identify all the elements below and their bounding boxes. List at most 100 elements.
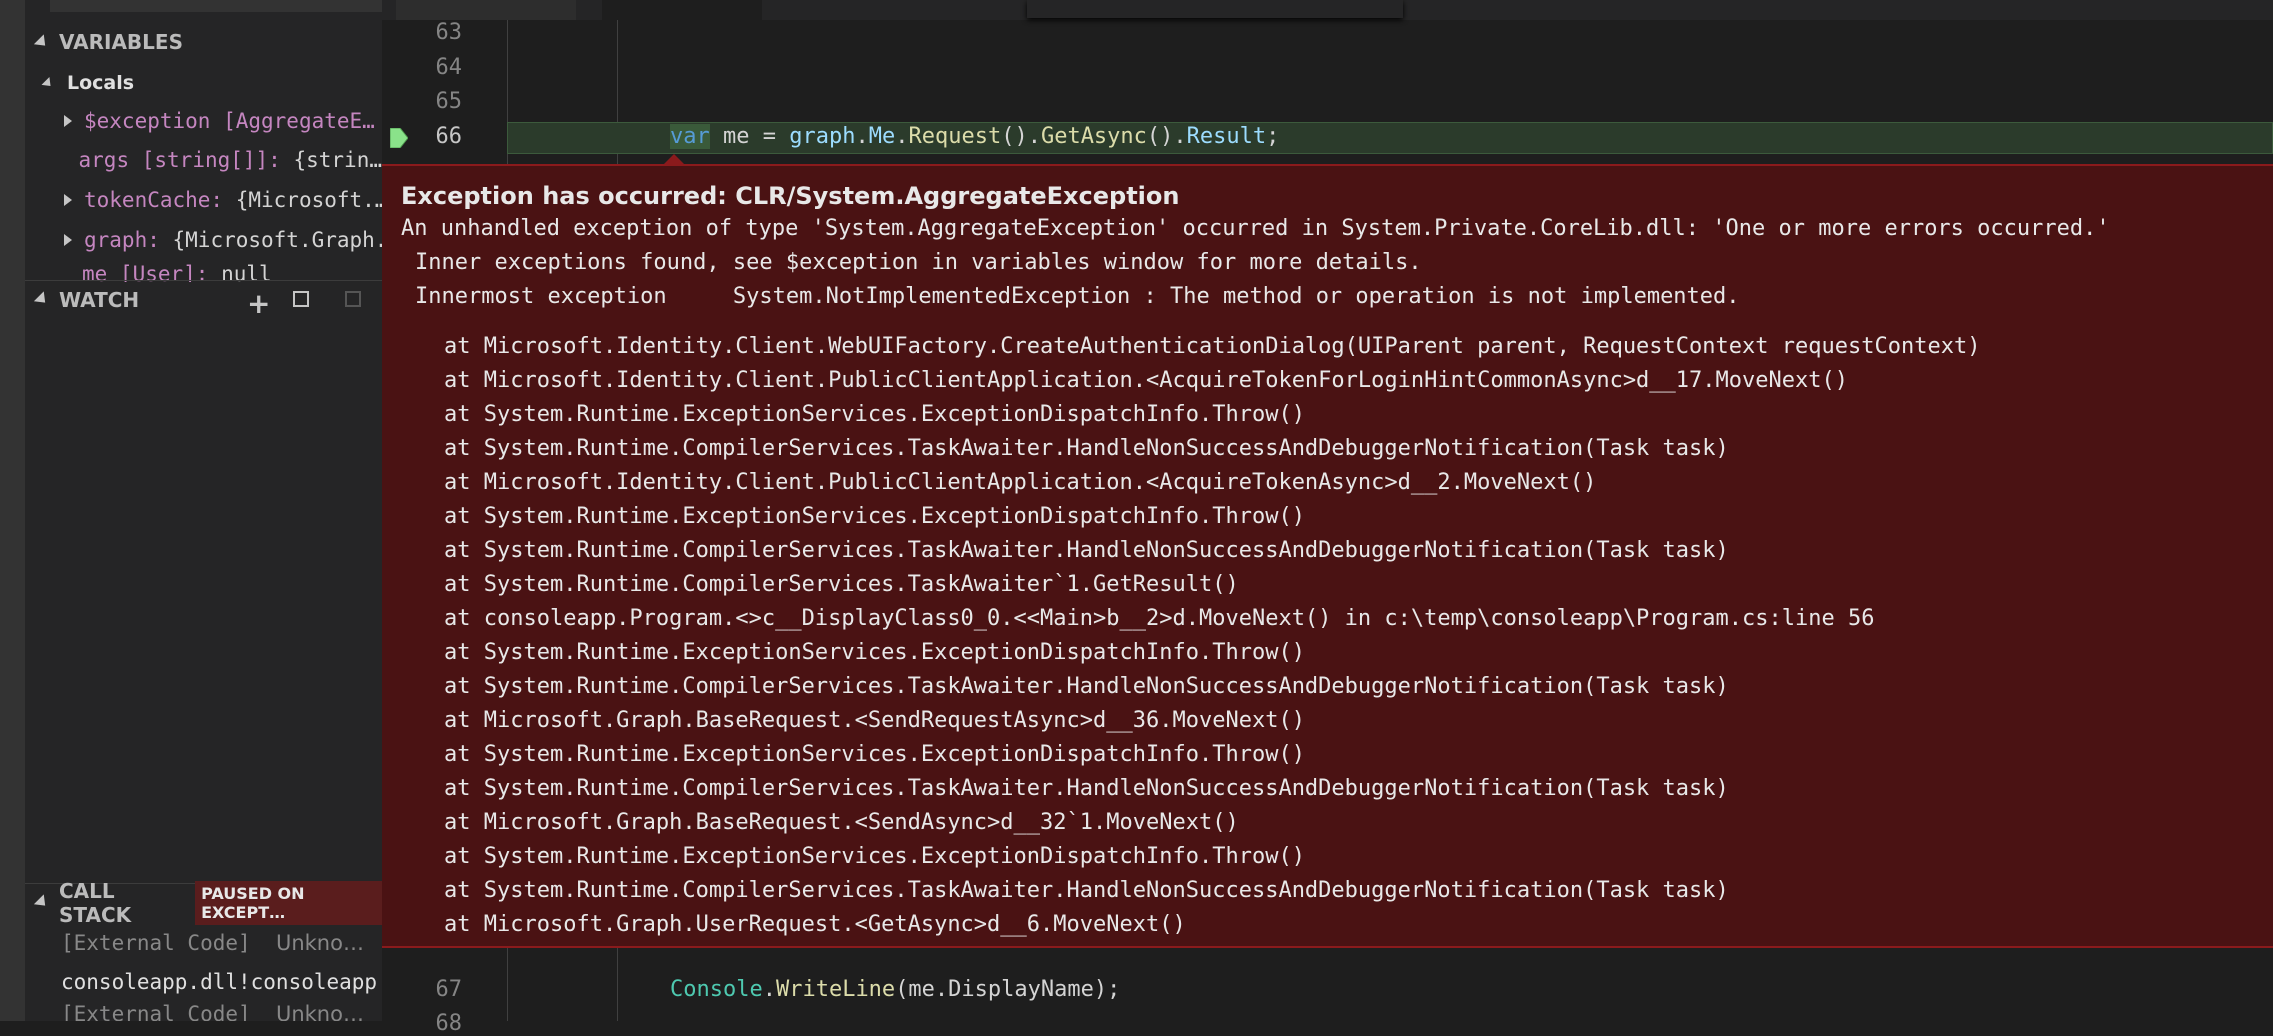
exception-title: Exception has occurred: CLR/System.Aggre…: [401, 182, 1180, 210]
code-token: .: [762, 977, 776, 1002]
code-token: graph: [789, 124, 856, 149]
stack-frame: at Microsoft.Graph.BaseRequest.<SendRequ…: [444, 708, 1305, 733]
code-line-67[interactable]: Console.WriteLine(me.DisplayName);: [670, 977, 1120, 1002]
activity-bar: [0, 0, 25, 1021]
exception-widget: Exception has occurred: CLR/System.Aggre…: [382, 164, 2273, 948]
locals-label: Locals: [67, 72, 135, 94]
tab-welcome[interactable]: [396, 0, 576, 20]
add-expression-icon[interactable]: +: [247, 287, 270, 320]
stack-frame: at System.Runtime.CompilerServices.TaskA…: [444, 436, 1729, 461]
line-number: 63: [435, 20, 463, 45]
line-number: 67: [435, 977, 463, 1002]
stack-frame: at System.Runtime.ExceptionServices.Exce…: [444, 844, 1305, 869]
variable-name: tokenCache:: [84, 188, 224, 212]
frame-label: consoleapp.dll!consoleapp: [61, 970, 378, 994]
locals-scope[interactable]: Locals: [25, 64, 382, 102]
frame-label: [External Code]: [61, 1002, 251, 1021]
variable-value: {strin…: [293, 148, 382, 172]
variable-row-args[interactable]: args [string[]]: {strin…: [25, 141, 382, 179]
stack-frame: at consoleapp.Program.<>c__DisplayClass0…: [444, 606, 1875, 631]
variable-value: [AggregateE…: [223, 109, 375, 133]
code-token: Me: [868, 124, 896, 149]
debug-toolbar: [50, 0, 382, 12]
stack-frame: at System.Runtime.CompilerServices.TaskA…: [444, 674, 1729, 699]
variable-name: me [User]:: [82, 262, 209, 282]
code-token: GetAsync: [1040, 124, 1147, 149]
inner-exception-note: Inner exceptions found, see $exception i…: [415, 250, 1422, 275]
code-token: ().: [1001, 124, 1041, 149]
expand-icon: [64, 115, 72, 127]
code-token: .: [855, 124, 869, 149]
stack-frame: at Microsoft.Graph.BaseRequest.<SendAsyn…: [444, 810, 1239, 835]
code-token: me: [723, 124, 750, 149]
stack-trace: at Microsoft.Identity.Client.WebUIFactor…: [444, 330, 1980, 942]
variable-value: null: [221, 262, 272, 282]
stack-frame: at System.Runtime.ExceptionServices.Exce…: [444, 640, 1305, 665]
collapse-icon: [33, 33, 51, 51]
expand-icon: [64, 234, 72, 246]
variable-row-me[interactable]: me [User]: null: [25, 262, 382, 282]
frame-detail: Unkno…: [275, 1002, 364, 1021]
expand-icon: [64, 194, 72, 206]
callstack-section-header[interactable]: CALL STACK PAUSED ON EXCEPT…: [25, 879, 382, 927]
variable-name: args: [78, 148, 130, 172]
innermost-label: Innermost exception: [415, 284, 667, 309]
paused-status-badge: PAUSED ON EXCEPT…: [195, 880, 382, 925]
watch-section-header[interactable]: WATCH +: [25, 280, 382, 320]
line-number: 65: [435, 89, 463, 114]
stack-frame: at System.Runtime.CompilerServices.TaskA…: [444, 538, 1729, 563]
code-token: ().: [1146, 124, 1187, 149]
stack-frame: at System.Runtime.ExceptionServices.Exce…: [444, 402, 1305, 427]
code-token: var: [670, 124, 710, 149]
frame-detail: Unkno…: [275, 931, 364, 955]
code-token: ;: [1266, 124, 1280, 149]
variables-section-header[interactable]: VARIABLES: [25, 23, 382, 61]
collapse-icon: [33, 894, 51, 911]
frame-label: [External Code]: [61, 931, 251, 955]
find-widget[interactable]: [1027, 0, 1403, 18]
exception-message: An unhandled exception of type 'System.A…: [401, 216, 2110, 241]
collapse-icon: [41, 76, 55, 90]
line-number: 68: [435, 1011, 463, 1036]
variable-name: graph:: [84, 228, 160, 252]
stack-frame: at System.Runtime.ExceptionServices.Exce…: [444, 742, 1305, 767]
code-line-66[interactable]: var me = graph.Me.Request().GetAsync().R…: [670, 124, 1279, 149]
callstack-frame[interactable]: [External Code] Unkno…: [25, 924, 382, 962]
variables-header-label: VARIABLES: [59, 30, 183, 54]
callstack-frame[interactable]: [External Code] Unkno…: [25, 1002, 382, 1021]
callstack-frame[interactable]: consoleapp.dll!consoleapp: [25, 963, 382, 1001]
variable-value: {Microsoft.Graph.…: [172, 228, 382, 252]
variable-row-graph[interactable]: graph: {Microsoft.Graph.…: [25, 221, 382, 259]
line-number: 64: [435, 55, 463, 80]
variable-type: [string[]]:: [141, 148, 281, 172]
stack-frame: at Microsoft.Graph.UserRequest.<GetAsync…: [444, 912, 1186, 937]
debug-sidebar: VARIABLES Locals $exception [AggregateE……: [25, 0, 382, 1021]
code-token: Console: [670, 977, 763, 1002]
innermost-value: System.NotImplementedException : The met…: [732, 284, 1740, 309]
variable-value: {Microsoft.…: [235, 188, 382, 212]
stack-frame: at System.Runtime.CompilerServices.TaskA…: [444, 572, 1239, 597]
code-token: Result: [1186, 124, 1267, 149]
stack-frame: at Microsoft.Identity.Client.WebUIFactor…: [444, 334, 1981, 359]
remove-all-icon[interactable]: [345, 291, 361, 307]
variable-row-exception[interactable]: $exception [AggregateE…: [25, 102, 382, 140]
stack-frame: at System.Runtime.CompilerServices.TaskA…: [444, 878, 1729, 903]
callstack-header-label: CALL STACK: [59, 878, 132, 927]
watch-header-label: WATCH: [59, 287, 140, 312]
code-token: .: [895, 124, 909, 149]
code-token: (me.DisplayName);: [895, 977, 1121, 1002]
stack-frame: at Microsoft.Identity.Client.PublicClien…: [444, 368, 1848, 393]
stack-frame: at System.Runtime.ExceptionServices.Exce…: [444, 504, 1305, 529]
code-token: =: [749, 124, 790, 149]
innermost-exception: Innermost exception System.NotImplemente…: [415, 284, 1740, 309]
stack-frame: at System.Runtime.CompilerServices.TaskA…: [444, 776, 1729, 801]
collapse-all-icon[interactable]: [293, 291, 309, 307]
code-token: WriteLine: [775, 977, 896, 1002]
stack-frame: at Microsoft.Identity.Client.PublicClien…: [444, 470, 1597, 495]
variable-name: $exception: [84, 109, 211, 133]
tab-program[interactable]: [602, 0, 762, 20]
collapse-icon: [33, 291, 51, 308]
code-token: Request: [908, 124, 1002, 149]
line-number: 66: [435, 124, 463, 149]
variable-row-tokencache[interactable]: tokenCache: {Microsoft.…: [25, 181, 382, 219]
